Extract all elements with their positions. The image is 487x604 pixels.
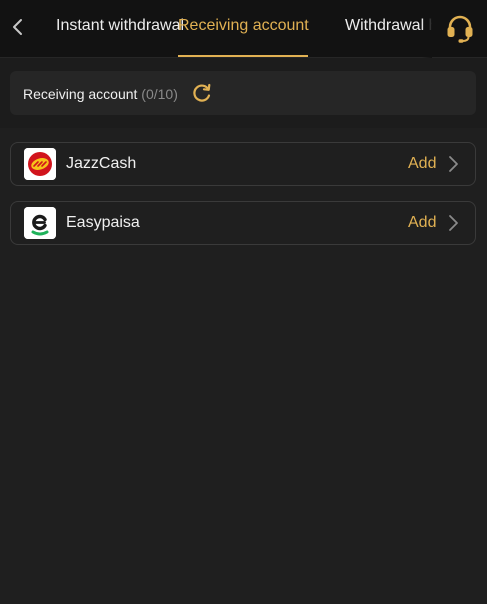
- account-name: JazzCash: [66, 155, 137, 172]
- tab-withdrawal-history[interactable]: Withdrawal history: [345, 17, 432, 35]
- tab-instant-withdrawal-label: Instant withdrawal: [56, 17, 185, 34]
- refresh-button[interactable]: [191, 82, 213, 104]
- account-count: (0/10): [141, 86, 178, 102]
- chevron-right-icon: [449, 156, 458, 172]
- customer-support-button[interactable]: [444, 12, 476, 44]
- tab-receiving-account[interactable]: Receiving account: [178, 17, 309, 35]
- account-row-easypaisa[interactable]: Easypaisa Add: [10, 201, 476, 245]
- account-row-jazzcash[interactable]: JazzCash Add: [10, 142, 476, 186]
- tab-strip[interactable]: Instant withdrawal Receiving account Wit…: [32, 0, 432, 58]
- back-button[interactable]: [4, 11, 32, 43]
- account-name: Easypaisa: [66, 214, 140, 231]
- add-account-button[interactable]: Add: [408, 214, 436, 232]
- summary-title: Receiving account (0/10): [23, 86, 178, 102]
- account-list: JazzCash Add Easypaisa Add: [0, 128, 487, 604]
- chevron-right-icon: [449, 215, 458, 231]
- top-nav-bar: Instant withdrawal Receiving account Wit…: [0, 0, 487, 58]
- refresh-icon: [193, 83, 211, 102]
- tab-receiving-account-label: Receiving account: [178, 17, 309, 34]
- receiving-account-summary: Receiving account (0/10): [10, 71, 476, 115]
- easypaisa-logo-icon: [24, 207, 56, 239]
- add-account-button[interactable]: Add: [408, 155, 436, 173]
- summary-title-text: Receiving account: [23, 86, 138, 102]
- headset-icon: [447, 15, 473, 43]
- tab-strip-fade: [422, 0, 432, 58]
- tab-withdrawal-history-label: Withdrawal history: [345, 17, 432, 34]
- active-tab-indicator: [178, 55, 308, 57]
- tab-instant-withdrawal[interactable]: Instant withdrawal: [56, 17, 184, 35]
- chevron-left-icon: [13, 19, 22, 35]
- jazzcash-logo-icon: [24, 148, 56, 180]
